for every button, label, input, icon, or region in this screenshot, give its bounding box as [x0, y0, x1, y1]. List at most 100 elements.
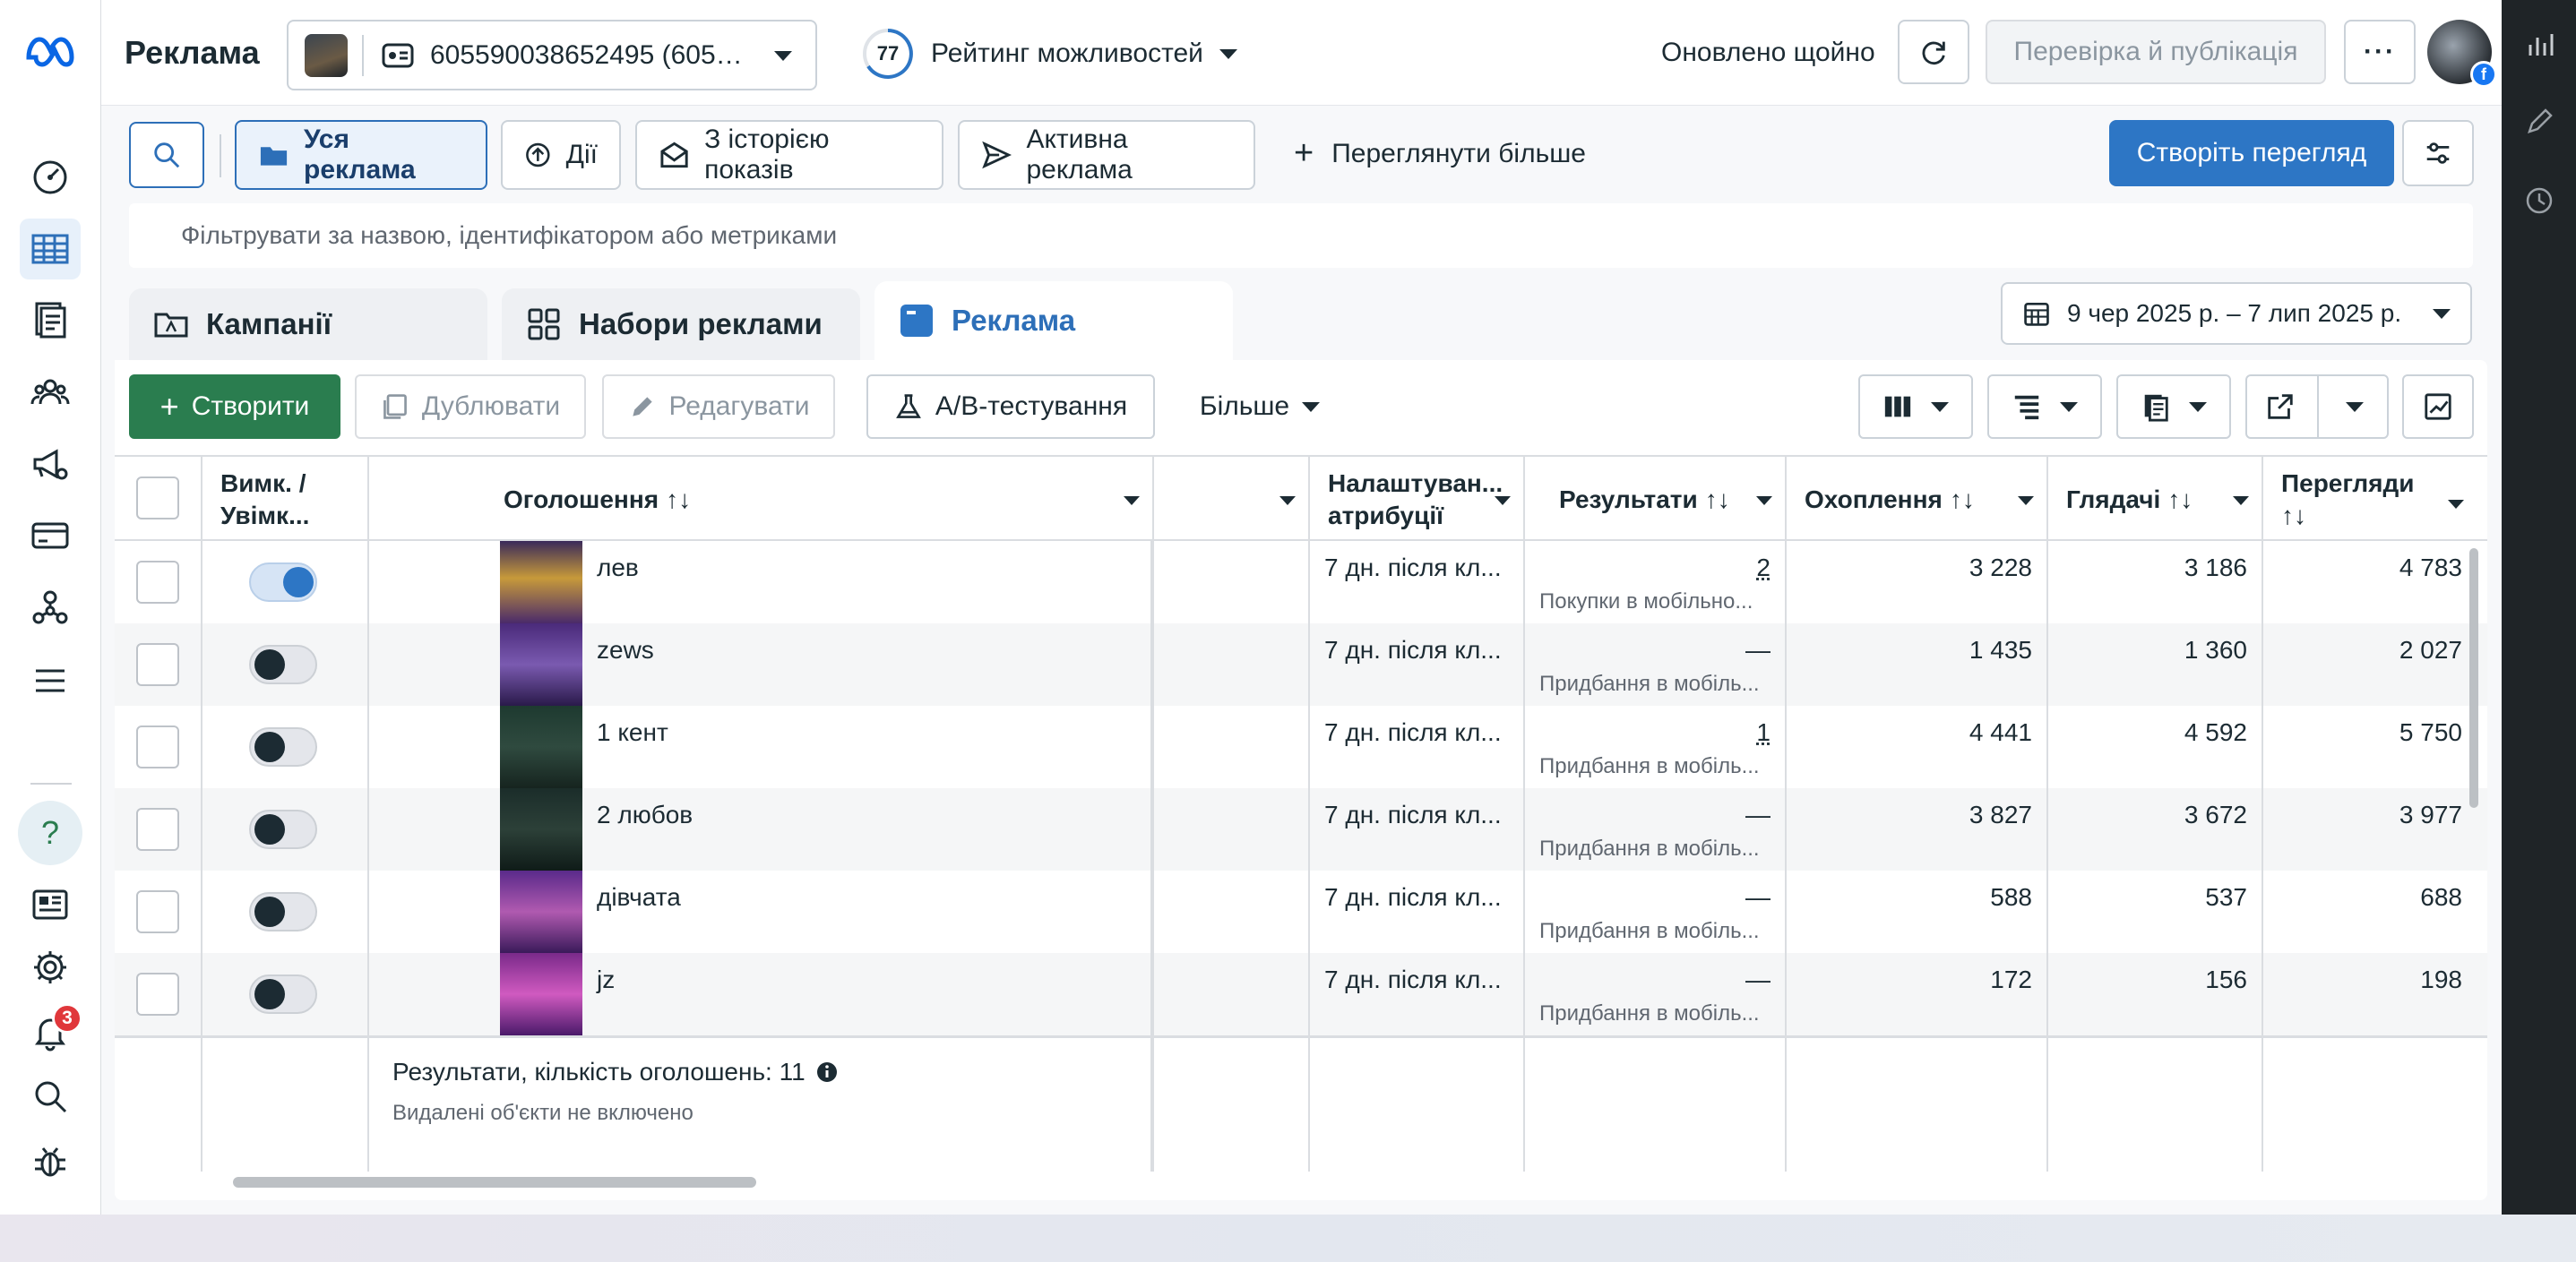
table-row[interactable]: 1 кент 7 дн. після кл... 1 Придбання в м…	[115, 706, 2487, 788]
row-checkbox[interactable]	[136, 973, 179, 1016]
ad-name-link[interactable]: jz	[597, 966, 615, 994]
row-checkbox[interactable]	[136, 808, 179, 851]
filter-active-ads[interactable]: Активна реклама	[958, 120, 1255, 190]
sort-icon[interactable]: ↑↓	[1950, 484, 1975, 516]
ad-name-link[interactable]: zews	[597, 636, 654, 665]
row-checkbox[interactable]	[136, 643, 179, 686]
select-all-checkbox[interactable]	[136, 476, 179, 519]
ad-status-toggle[interactable]	[249, 810, 317, 849]
sort-icon[interactable]: ↑↓	[1705, 484, 1730, 516]
create-button[interactable]: + Створити	[129, 374, 340, 439]
export-dropdown[interactable]	[2245, 374, 2389, 439]
ad-status-toggle[interactable]	[249, 562, 317, 602]
ad-status-toggle[interactable]	[249, 974, 317, 1014]
settings-gear-icon[interactable]	[20, 937, 81, 998]
business-structure-icon[interactable]	[20, 577, 81, 638]
result-value[interactable]: 1	[1539, 718, 1770, 747]
campaign-settings-icon[interactable]	[20, 434, 81, 494]
sort-icon[interactable]: ↑↓	[666, 484, 691, 516]
breakdown-dropdown[interactable]	[1987, 374, 2102, 439]
opportunity-score[interactable]: 77 Рейтинг можливостей	[861, 27, 1237, 81]
charts-icon[interactable]	[2520, 25, 2559, 64]
row-checkbox[interactable]	[136, 725, 179, 768]
ad-thumbnail[interactable]	[500, 706, 582, 788]
header-views[interactable]: Перегляди ↑↓	[2263, 457, 2487, 543]
review-publish-button[interactable]: Перевірка й публікація	[1986, 20, 2326, 84]
more-options-button[interactable]: ···	[2344, 20, 2416, 84]
date-range-picker[interactable]: 9 чер 2025 р. – 7 лип 2025 р.	[2001, 282, 2472, 345]
table-row[interactable]: zews 7 дн. після кл... — Придбання в моб…	[115, 623, 2487, 706]
header-viewers[interactable]: Глядачі ↑↓	[2048, 457, 2263, 543]
table-row[interactable]: лев 7 дн. після кл... 2 Покупки в мобіль…	[115, 541, 2487, 623]
ab-test-button[interactable]: A/B-тестування	[866, 374, 1155, 439]
horizontal-scrollbar[interactable]	[115, 1173, 2487, 1188]
ad-thumbnail[interactable]	[500, 541, 582, 623]
search-button[interactable]	[129, 122, 204, 188]
tab-ad-sets[interactable]: Набори реклами	[502, 288, 860, 360]
header-ad-name[interactable]: Оголошення ↑↓	[369, 457, 1154, 543]
ad-name-link[interactable]: 2 любов	[597, 801, 693, 829]
ad-thumbnail[interactable]	[500, 871, 582, 953]
bug-report-icon[interactable]	[20, 1130, 81, 1191]
ad-status-toggle[interactable]	[249, 645, 317, 684]
ad-status-toggle[interactable]	[249, 727, 317, 767]
dashboard-icon[interactable]	[20, 145, 81, 206]
menu-icon[interactable]	[20, 650, 81, 711]
result-value[interactable]: —	[1539, 801, 1770, 829]
sort-icon[interactable]: ↑↓	[2281, 500, 2306, 532]
chevron-down-icon[interactable]	[2233, 496, 2249, 505]
header-toggle[interactable]: Вимк. / Увімк...	[202, 457, 369, 543]
ad-name-link[interactable]: лев	[597, 554, 639, 582]
chevron-down-icon[interactable]	[2448, 500, 2464, 509]
filter-all-ads[interactable]: Уся реклама	[235, 120, 487, 190]
table-row[interactable]: 2 любов 7 дн. після кл... — Придбання в …	[115, 788, 2487, 871]
audiences-icon[interactable]	[20, 362, 81, 423]
tab-campaigns[interactable]: Кампанії	[129, 288, 487, 360]
notifications-bell-icon[interactable]: 3	[20, 1001, 82, 1062]
view-settings-button[interactable]	[2402, 120, 2474, 186]
reports-dropdown[interactable]	[2116, 374, 2231, 439]
chevron-down-icon[interactable]	[1279, 496, 1296, 505]
ad-thumbnail[interactable]	[500, 623, 582, 706]
duplicate-button[interactable]: Дублювати	[355, 374, 586, 439]
table-row[interactable]: jz 7 дн. після кл... — Придбання в мобіл…	[115, 953, 2487, 1035]
edit-button[interactable]: Редагувати	[602, 374, 835, 439]
columns-dropdown[interactable]	[1858, 374, 1973, 439]
filter-actions[interactable]: Дії	[501, 120, 621, 190]
filter-with-history[interactable]: З історією показів	[635, 120, 943, 190]
ad-thumbnail[interactable]	[500, 788, 582, 871]
help-icon[interactable]: ?	[18, 801, 82, 865]
chevron-down-icon[interactable]	[1124, 496, 1140, 505]
ad-name-link[interactable]: 1 кент	[597, 718, 668, 747]
chevron-down-icon[interactable]	[1756, 496, 1772, 505]
ad-thumbnail[interactable]	[500, 953, 582, 1035]
filter-search-input[interactable]	[129, 203, 2473, 268]
header-results[interactable]: Результати ↑↓	[1525, 457, 1787, 543]
ads-manager-table-icon[interactable]	[20, 219, 81, 279]
search-icon[interactable]	[20, 1066, 81, 1127]
ad-account-selector[interactable]: 605590038652495 (605…	[287, 20, 817, 90]
chevron-down-icon[interactable]	[2018, 496, 2034, 505]
chevron-down-icon[interactable]	[1495, 496, 1511, 505]
header-attribution[interactable]: Налаштуван... атрибуції	[1310, 457, 1525, 543]
result-value[interactable]: —	[1539, 636, 1770, 665]
vertical-scrollbar[interactable]	[2469, 548, 2478, 808]
ad-status-toggle[interactable]	[249, 892, 317, 931]
table-row[interactable]: дівчата 7 дн. після кл... — Придбання в …	[115, 871, 2487, 953]
news-icon[interactable]	[20, 874, 81, 935]
history-clock-icon[interactable]	[2520, 181, 2559, 220]
result-value[interactable]: —	[1539, 883, 1770, 912]
more-dropdown[interactable]: Більше	[1183, 374, 1337, 439]
meta-logo-icon[interactable]	[23, 30, 77, 70]
header-hidden-column[interactable]	[1154, 457, 1310, 543]
result-value[interactable]: —	[1539, 966, 1770, 994]
billing-icon[interactable]	[20, 505, 81, 566]
sort-icon[interactable]: ↑↓	[2167, 484, 2193, 516]
see-more-filters[interactable]: + Переглянути більше	[1294, 134, 1586, 173]
ad-name-link[interactable]: дівчата	[597, 883, 681, 912]
row-checkbox[interactable]	[136, 561, 179, 604]
row-checkbox[interactable]	[136, 890, 179, 933]
create-view-button[interactable]: Створіть перегляд	[2109, 120, 2394, 186]
charts-button[interactable]	[2402, 374, 2474, 439]
result-value[interactable]: 2	[1539, 554, 1770, 582]
